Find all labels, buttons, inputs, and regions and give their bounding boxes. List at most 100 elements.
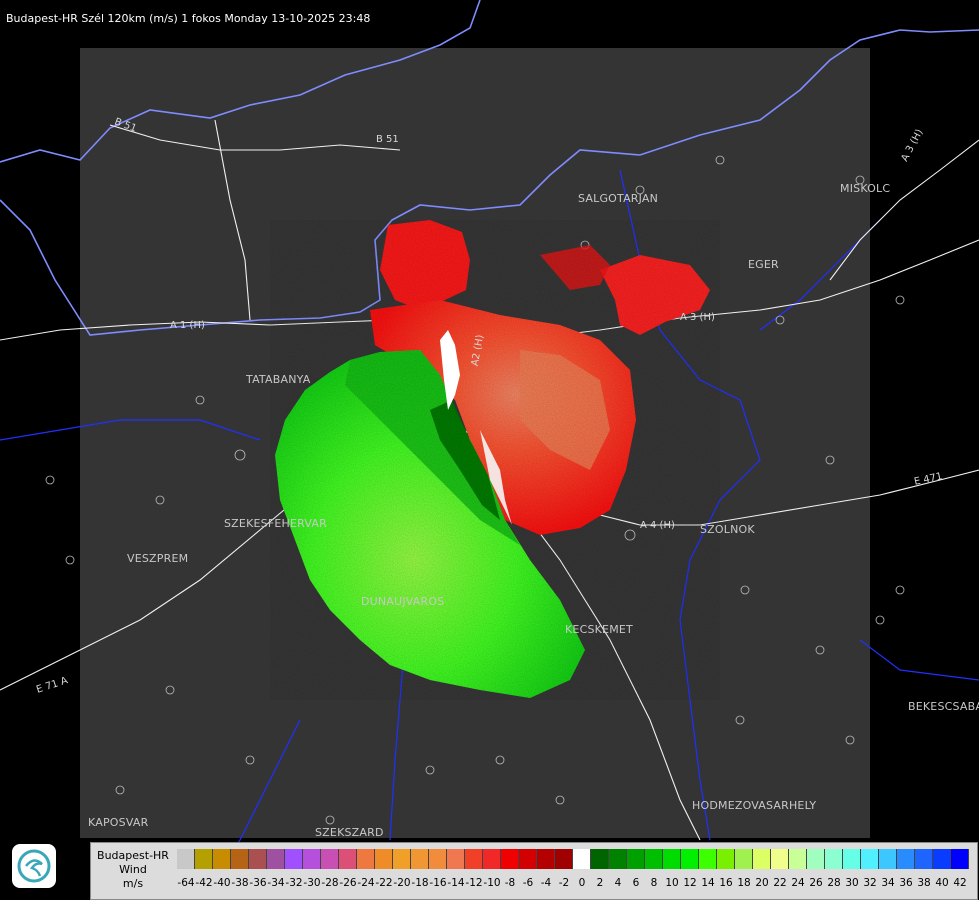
legend-tick-label: 38 <box>917 877 931 889</box>
legend-swatch <box>321 849 339 869</box>
legend-swatch <box>627 849 645 869</box>
city-label-veszprem: VESZPREM <box>127 552 189 565</box>
legend-swatch <box>591 849 609 869</box>
city-label-hodmezovasarhely: HODMEZOVASARHELY <box>692 799 817 812</box>
legend-tick-label: -30 <box>303 877 321 889</box>
legend-tick-label: 40 <box>935 877 949 889</box>
legend-swatch <box>285 849 303 869</box>
city-label-eger: EGER <box>748 258 779 271</box>
legend-tick-label: 22 <box>773 877 787 889</box>
legend-tick-label: 42 <box>953 877 967 889</box>
legend-swatch <box>501 849 519 869</box>
legend-swatch <box>951 849 969 869</box>
legend-swatch <box>249 849 267 869</box>
legend-tick-label: 30 <box>845 877 859 889</box>
legend-tick-label: 0 <box>578 877 586 889</box>
legend-swatch <box>537 849 555 869</box>
road-label-a4: A 4 (H) <box>640 520 675 531</box>
legend-swatch <box>357 849 375 869</box>
legend-swatch <box>339 849 357 869</box>
legend-swatch <box>267 849 285 869</box>
legend-swatch <box>573 849 591 869</box>
legend-swatch <box>825 849 843 869</box>
legend-unit: m/s <box>122 877 144 890</box>
legend-swatch <box>393 849 411 869</box>
legend-swatch <box>789 849 807 869</box>
legend-swatch <box>843 849 861 869</box>
legend-tick-label: 34 <box>881 877 895 889</box>
legend-tick-label: -28 <box>321 877 339 889</box>
legend-swatch <box>915 849 933 869</box>
legend-tick-label: -36 <box>249 877 267 889</box>
legend-title-line2: Wind <box>119 863 147 876</box>
legend-tick-label: 6 <box>632 877 640 889</box>
page-title: Budapest-HR Szél 120km (m/s) 1 fokos Mon… <box>6 12 371 25</box>
legend-tick-label: -26 <box>339 877 357 889</box>
legend-swatch <box>717 849 735 869</box>
legend-tick-label: -40 <box>213 877 231 889</box>
legend-tick-label: -2 <box>558 877 570 889</box>
road-label-a1: A 1 (H) <box>170 320 205 331</box>
legend-swatch <box>645 849 663 869</box>
legend-tick-label: -34 <box>267 877 285 889</box>
legend-title: Budapest-HR Wind m/s <box>91 843 175 891</box>
legend-ticks: -64 -42 -40 -38 -36 -34 -32 -30 -28 -26 -24 -22 -20-… <box>177 877 969 889</box>
city-label-dunaujvaros: DUNAUJVAROS <box>361 595 445 608</box>
legend-tick-label: -16 <box>429 877 447 889</box>
legend-swatch <box>213 849 231 869</box>
city-label-szekszard: SZEKSZARD <box>315 826 384 839</box>
legend-swatch <box>609 849 627 869</box>
legend-swatch <box>807 849 825 869</box>
legend-swatch <box>771 849 789 869</box>
legend-tick-label: -4 <box>540 877 552 889</box>
legend-swatch <box>681 849 699 869</box>
legend-swatch <box>177 849 195 869</box>
legend-tick-label: -6 <box>522 877 534 889</box>
legend-swatch <box>753 849 771 869</box>
legend-swatch <box>699 849 717 869</box>
legend-swatch <box>429 849 447 869</box>
legend-swatch <box>735 849 753 869</box>
legend-tick-label: 26 <box>809 877 823 889</box>
legend-swatch <box>303 849 321 869</box>
legend-tick-label: 24 <box>791 877 805 889</box>
legend-tick-label: 14 <box>701 877 715 889</box>
city-label-salgotarjan: SALGOTARJAN <box>578 192 659 205</box>
legend-tick-label: -22 <box>375 877 393 889</box>
legend-tick-label: 16 <box>719 877 733 889</box>
legend-tick-label: 36 <box>899 877 913 889</box>
legend-swatch <box>231 849 249 869</box>
legend-tick-label: -14 <box>447 877 465 889</box>
legend-tick-label: 12 <box>683 877 697 889</box>
legend-tick-label: -42 <box>195 877 213 889</box>
legend-tick-label: -64 <box>177 877 195 889</box>
legend-tick-label: -12 <box>465 877 483 889</box>
legend-swatch <box>663 849 681 869</box>
legend-swatch <box>195 849 213 869</box>
legend-tick-label: 18 <box>737 877 751 889</box>
legend-swatch <box>519 849 537 869</box>
legend-tick-label: 4 <box>614 877 622 889</box>
legend-tick-label: -10 <box>483 877 501 889</box>
legend-title-line1: Budapest-HR <box>97 849 169 862</box>
legend-tick-label: 20 <box>755 877 769 889</box>
legend-swatch <box>897 849 915 869</box>
legend-swatch <box>411 849 429 869</box>
city-label-tatabanya: TATABANYA <box>246 373 311 386</box>
color-legend: Budapest-HR Wind m/s -64 -42 -40 -38 -36 -34-… <box>90 842 978 900</box>
legend-tick-label: -24 <box>357 877 375 889</box>
legend-tick-label: -8 <box>504 877 516 889</box>
radar-map <box>0 0 979 900</box>
legend-tick-label: 10 <box>665 877 679 889</box>
city-label-bekescsaba: BEKESCSABA <box>908 700 979 713</box>
legend-swatch <box>375 849 393 869</box>
legend-tick-label: 32 <box>863 877 877 889</box>
legend-swatch <box>447 849 465 869</box>
legend-swatch <box>879 849 897 869</box>
city-label-kecskemet: KECSKEMET <box>565 623 633 636</box>
city-label-szekesfehervar: SZEKESFEHERVAR <box>224 517 327 530</box>
legend-tick-label: -20 <box>393 877 411 889</box>
legend-swatch <box>483 849 501 869</box>
legend-swatch <box>933 849 951 869</box>
legend-swatch <box>861 849 879 869</box>
